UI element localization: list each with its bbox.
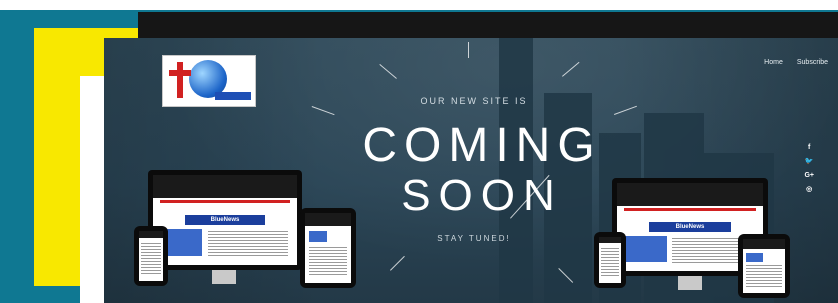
top-nav: Home Subscribe: [764, 59, 838, 66]
top-black-bar: [138, 12, 838, 38]
hero-kicker: OUR NEW SITE IS: [420, 96, 528, 106]
decorative-ray: [379, 64, 397, 79]
hero-tagline: STAY TUNED!: [437, 234, 511, 243]
brand-wordmark: BlueNews: [649, 221, 731, 233]
instagram-icon[interactable]: ◎: [806, 185, 812, 194]
twitter-icon[interactable]: 🐦: [805, 157, 814, 166]
brand-wordmark: BlueNews: [184, 214, 266, 226]
desktop-mockup-left: BlueNews: [148, 170, 302, 270]
decorative-ray: [562, 61, 580, 77]
tablet-mockup-left: [300, 208, 356, 288]
nav-home-link[interactable]: Home: [764, 59, 783, 66]
tablet-mockup-right: [738, 234, 790, 298]
cross-icon: [177, 62, 183, 98]
social-links: f 🐦 G+ ◎: [804, 143, 814, 194]
facebook-icon[interactable]: f: [808, 143, 810, 152]
hero-headline-line1: COMING: [362, 119, 602, 172]
nav-subscribe-link[interactable]: Subscribe: [797, 59, 828, 66]
site-logo[interactable]: [162, 55, 256, 107]
top-white-strip: [0, 0, 838, 10]
logo-ribbon: [215, 92, 251, 100]
monitor-stand: [678, 276, 702, 290]
decorative-ray: [390, 255, 405, 271]
hero-headline-line2: SOON: [401, 171, 563, 220]
google-plus-icon[interactable]: G+: [804, 171, 814, 180]
phone-mockup-left: [134, 226, 168, 286]
decorative-ray: [311, 106, 335, 116]
decorative-ray: [614, 105, 637, 115]
phone-mockup-right: [594, 232, 626, 288]
coming-soon-hero: Home Subscribe OUR NEW SITE IS COMING SO…: [104, 38, 838, 303]
monitor-stand: [212, 270, 236, 284]
decorative-ray: [468, 42, 469, 58]
